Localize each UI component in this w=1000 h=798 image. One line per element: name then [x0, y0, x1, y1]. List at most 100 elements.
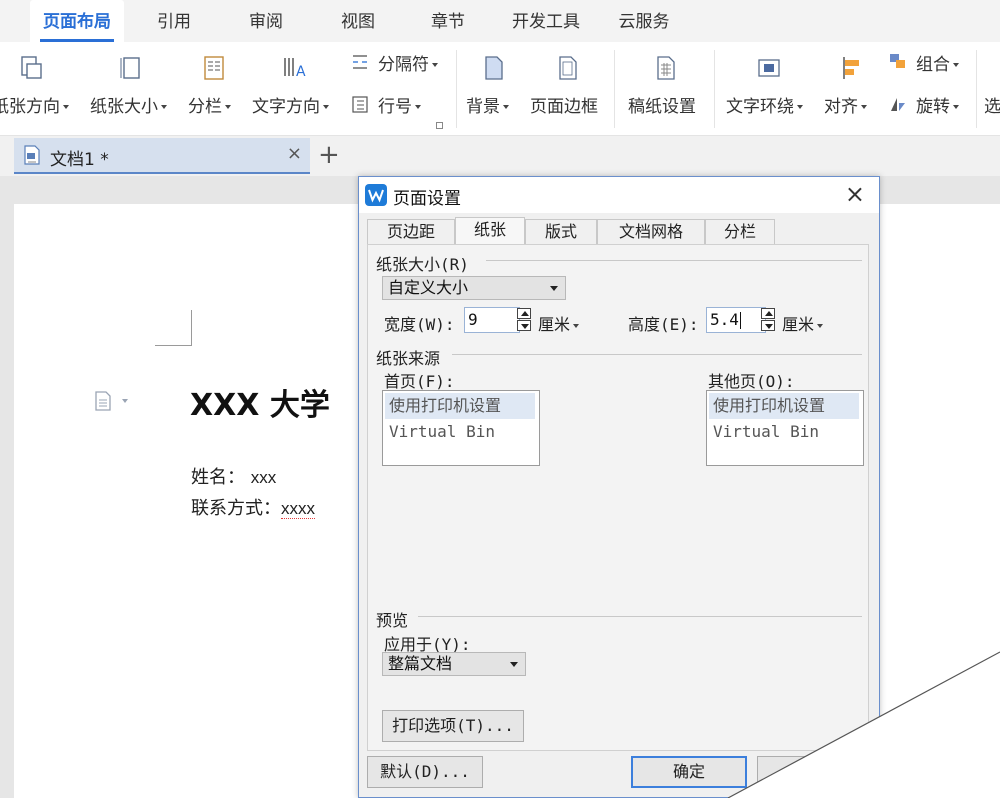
background-label: 背景: [466, 97, 500, 117]
dialog-title: 页面设置: [393, 189, 461, 209]
apply-to-select-value: 整篇文档: [388, 654, 453, 673]
width-unit-select[interactable]: 厘米: [538, 311, 580, 335]
line-numbers-label: 行号: [378, 97, 412, 117]
group-label: 组合: [916, 55, 950, 75]
contact-line: 联系方式：xxxx: [191, 494, 315, 520]
text-cursor: [739, 312, 741, 329]
page-border-button[interactable]: 页面边框: [530, 52, 606, 128]
breaks-label: 分隔符: [378, 55, 429, 75]
tab-references[interactable]: 引用: [138, 0, 210, 42]
ribbon-separator: [714, 50, 715, 128]
height-unit-label: 厘米: [782, 315, 815, 334]
tab-cloud-services[interactable]: 云服务: [606, 0, 682, 42]
ribbon-separator: [614, 50, 615, 128]
orientation-label: 纸张方向: [0, 97, 60, 117]
text-direction-label: 文字方向: [252, 97, 320, 117]
print-options-button[interactable]: 打印选项(T)...: [382, 710, 524, 742]
list-item[interactable]: Virtual Bin: [709, 419, 859, 445]
new-tab-plus-icon[interactable]: +: [318, 140, 340, 170]
paper-size-select[interactable]: 自定义大小: [382, 276, 566, 300]
first-page-tray-list[interactable]: 使用打印机设置 Virtual Bin: [382, 390, 540, 466]
document-tab[interactable]: 文档1 * ×: [14, 138, 310, 174]
rotate-icon: [891, 98, 905, 111]
ribbon-separator: [456, 50, 457, 128]
orientation-button[interactable]: 纸张方向: [0, 52, 78, 128]
tab-margins[interactable]: 页边距: [367, 219, 455, 245]
word-document-icon: [24, 145, 40, 165]
spin-down-icon[interactable]: [517, 320, 531, 331]
tab-page-layout[interactable]: 页面布局: [30, 0, 124, 42]
width-spinner[interactable]: [516, 308, 532, 332]
orientation-icon: [21, 56, 42, 79]
name-value: xxx: [250, 468, 277, 487]
height-input[interactable]: 5.4: [706, 307, 766, 333]
other-pages-tray-list[interactable]: 使用打印机设置 Virtual Bin: [706, 390, 864, 466]
text-direction-button[interactable]: A 文字方向: [252, 52, 338, 128]
document-tab-close-icon[interactable]: ×: [287, 143, 302, 164]
contact-label: 联系方式：: [191, 498, 281, 519]
manuscript-settings-button[interactable]: 稿纸设置: [628, 52, 704, 128]
tab-columns[interactable]: 分栏: [705, 219, 775, 245]
wrap-text-label: 文字环绕: [726, 97, 794, 117]
paper-source-section-label: 纸张来源: [376, 349, 441, 368]
contact-value: xxxx: [281, 499, 315, 519]
paper-size-button[interactable]: 纸张大小: [90, 52, 176, 128]
paper-tab-panel: 纸张大小(R) 自定义大小 宽度(W): 9 厘米 高度(E): 5.4 厘米 …: [367, 244, 869, 798]
ribbon-separator: [976, 50, 977, 128]
height-spinner[interactable]: [760, 308, 776, 332]
list-item[interactable]: Virtual Bin: [385, 419, 535, 445]
page-border-label: 页面边框: [530, 97, 598, 117]
columns-label: 分栏: [188, 97, 222, 117]
line-numbers-icon: [352, 96, 368, 113]
list-item[interactable]: 使用打印机设置: [709, 393, 859, 419]
chevron-down-icon: [550, 286, 558, 291]
background-button[interactable]: 背景: [466, 52, 520, 128]
select-button[interactable]: 选: [984, 92, 1000, 120]
align-icon: [843, 57, 859, 79]
cancel-button[interactable]: [757, 756, 873, 788]
columns-button[interactable]: 分栏: [188, 52, 240, 128]
height-unit-select[interactable]: 厘米: [782, 311, 824, 335]
document-tab-label: 文档1 *: [50, 150, 109, 170]
page-setup-launcher[interactable]: [436, 122, 443, 129]
width-label: 宽度(W):: [384, 315, 455, 334]
list-item[interactable]: 使用打印机设置: [385, 393, 535, 419]
other-pages-label: 其他页(O):: [708, 372, 795, 391]
manuscript-icon: [657, 56, 675, 80]
spin-up-icon[interactable]: [517, 308, 531, 319]
width-input[interactable]: 9: [464, 307, 520, 333]
tab-paper[interactable]: 纸张: [455, 217, 525, 245]
tab-sections[interactable]: 章节: [412, 0, 484, 42]
line-numbers-button[interactable]: 行号: [350, 92, 436, 120]
tab-developer-tools[interactable]: 开发工具: [500, 0, 592, 42]
dialog-close-icon[interactable]: ×: [845, 180, 865, 208]
wps-writer-window: 页面布局 引用 审阅 视图 章节 开发工具 云服务 纸张方向 纸张大小 分栏 A…: [0, 0, 1000, 798]
rotate-label: 旋转: [916, 97, 950, 117]
spin-down-icon[interactable]: [761, 320, 775, 331]
background-icon: [485, 56, 503, 80]
apply-to-select[interactable]: 整篇文档: [382, 652, 526, 676]
breaks-button[interactable]: 分隔符: [350, 50, 450, 78]
align-button[interactable]: 对齐: [824, 52, 880, 128]
tab-review[interactable]: 审阅: [230, 0, 302, 42]
ok-button[interactable]: 确定: [631, 756, 747, 788]
tab-layout[interactable]: 版式: [525, 219, 597, 245]
dialog-titlebar[interactable]: 页面设置 ×: [359, 177, 879, 213]
tab-document-grid[interactable]: 文档网格: [597, 219, 705, 245]
wrap-text-button[interactable]: 文字环绕: [726, 52, 816, 128]
default-button[interactable]: 默认(D)...: [367, 756, 483, 788]
breaks-icon: [353, 55, 367, 69]
group-button[interactable]: 组合: [888, 50, 974, 78]
tab-view[interactable]: 视图: [322, 0, 394, 42]
name-label: 姓名：: [191, 467, 245, 488]
height-input-value: 5.4: [710, 310, 739, 329]
rotate-button[interactable]: 旋转: [888, 92, 974, 120]
paragraph-handle-icon[interactable]: [93, 390, 135, 412]
align-label: 对齐: [824, 97, 858, 117]
page-border-icon: [559, 56, 577, 80]
height-label: 高度(E):: [628, 315, 699, 334]
spin-up-icon[interactable]: [761, 308, 775, 319]
section-divider: [486, 260, 862, 261]
paper-size-label: 纸张大小: [90, 97, 158, 117]
manuscript-label: 稿纸设置: [628, 97, 696, 117]
